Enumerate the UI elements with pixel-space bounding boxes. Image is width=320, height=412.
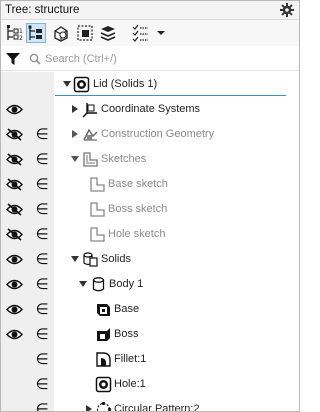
element-of-icon[interactable]: ∈ (35, 226, 49, 242)
sketch-icon (89, 201, 106, 218)
panel-title-bar: Tree: structure (1, 1, 299, 20)
tree-row-label: Hole:1 (114, 378, 146, 390)
structure-tree: Lid (Solids 1) Coordinate Systems ∈ Cons… (1, 72, 299, 412)
tree-row-coordinate-systems[interactable]: Coordinate Systems (1, 97, 299, 122)
tree-structure-icon[interactable] (26, 23, 46, 43)
tree-row-construction-geometry[interactable]: ∈ Construction Geometry (1, 122, 299, 147)
tree-row-label: Body 1 (109, 278, 144, 290)
chevron-right-icon[interactable] (85, 405, 93, 411)
tree-row-boss[interactable]: ∈ Boss (1, 322, 299, 347)
tree-row-fillet-1[interactable]: ∈ Fillet:1 (1, 347, 299, 372)
search-box (29, 50, 294, 68)
selection-underline (55, 95, 286, 96)
eye-hidden-icon[interactable] (6, 153, 23, 166)
filter-icon[interactable] (6, 52, 20, 66)
tree-row-label: Circular Pattern:2 (114, 403, 200, 412)
tree-row-label: Base sketch (108, 178, 168, 190)
solids-folder-icon (82, 251, 99, 268)
sketch-icon (89, 226, 106, 243)
tree-row-label: Sketches (101, 153, 147, 165)
tree-row-hole-sketch[interactable]: ∈ Hole sketch (1, 222, 299, 247)
element-of-icon[interactable]: ∈ (35, 276, 49, 292)
chevron-right-icon[interactable] (71, 105, 79, 113)
circular-pattern-icon (95, 401, 112, 411)
svg-text:2: 2 (19, 35, 23, 42)
construction-geometry-icon (82, 126, 99, 143)
tree-row-lid[interactable]: Lid (Solids 1) (1, 72, 299, 97)
tree-row-solids[interactable]: ∈ Solids (1, 247, 299, 272)
tree-row-sketches[interactable]: ∈ Sketches (1, 147, 299, 172)
tree-view-icon[interactable]: 1 2 (5, 23, 25, 43)
extrude-feature-icon (95, 301, 112, 318)
eye-icon[interactable] (6, 103, 23, 116)
tree-row-label: Construction Geometry (101, 128, 215, 140)
chevron-down-icon[interactable] (154, 23, 168, 43)
element-of-icon[interactable]: ∈ (35, 401, 49, 411)
element-of-icon[interactable]: ∈ (35, 151, 49, 167)
tree-row-label: Boss (114, 328, 139, 340)
search-row (1, 47, 299, 71)
tree-row-label: Solids (101, 253, 131, 265)
search-icon (29, 53, 41, 65)
fillet-feature-icon (95, 351, 112, 368)
selection-box-icon[interactable] (75, 23, 95, 43)
chevron-right-icon[interactable] (71, 130, 79, 138)
tree-toolbar: 1 2 (1, 20, 299, 46)
tree-row-boss-sketch[interactable]: ∈ Boss sketch (1, 197, 299, 222)
element-of-icon[interactable]: ∈ (35, 301, 49, 317)
hole-feature-icon (95, 376, 112, 393)
layers-icon[interactable] (98, 23, 118, 43)
element-of-icon[interactable]: ∈ (35, 376, 49, 392)
element-of-icon[interactable]: ∈ (35, 126, 49, 142)
element-of-icon[interactable]: ∈ (35, 251, 49, 267)
element-of-icon[interactable]: ∈ (35, 326, 49, 342)
structure-tree-panel: Tree: structure 1 2 Search (Ctrl+/) Lid … (0, 0, 300, 412)
eye-icon[interactable] (6, 303, 23, 316)
eye-hidden-icon[interactable] (6, 128, 23, 141)
tree-row-hole-1[interactable]: ∈ Hole:1 (1, 372, 299, 397)
tree-row-label: Lid (Solids 1) (93, 78, 158, 90)
tree-row-body-1[interactable]: ∈ Body 1 (1, 272, 299, 297)
eye-icon[interactable] (6, 278, 23, 291)
list-options-icon[interactable] (131, 23, 151, 43)
element-of-icon[interactable]: ∈ (35, 351, 49, 367)
tree-row-label: Fillet:1 (114, 353, 147, 365)
svg-text:1: 1 (19, 28, 23, 35)
chevron-down-icon[interactable] (79, 280, 87, 288)
panel-title: Tree: structure (5, 4, 80, 16)
tree-row-label: Boss sketch (108, 203, 168, 215)
chevron-down-icon[interactable] (63, 80, 71, 88)
tree-row-circular-pattern-2[interactable]: ∈ Circular Pattern:2 (1, 397, 299, 412)
tree-row-base[interactable]: ∈ Base (1, 297, 299, 322)
element-of-icon[interactable]: ∈ (35, 176, 49, 192)
element-of-icon[interactable]: ∈ (35, 201, 49, 217)
coordinate-system-icon (82, 101, 99, 118)
eye-hidden-icon[interactable] (6, 178, 23, 191)
chevron-down-icon[interactable] (71, 155, 79, 163)
tree-row-label: Hole sketch (108, 228, 166, 240)
search-input[interactable] (45, 50, 290, 68)
body-icon (90, 276, 107, 293)
part-icon (73, 76, 90, 93)
chevron-down-icon[interactable] (71, 255, 79, 263)
sketch-icon (89, 176, 106, 193)
eye-hidden-icon[interactable] (6, 203, 23, 216)
tree-row-label: Coordinate Systems (101, 103, 201, 115)
tree-row-base-sketch[interactable]: ∈ Base sketch (1, 172, 299, 197)
sketch-folder-icon (82, 151, 99, 168)
eye-icon[interactable] (6, 253, 23, 266)
gear-icon[interactable] (279, 2, 295, 18)
eye-hidden-icon[interactable] (6, 228, 23, 241)
boss-feature-icon (95, 326, 112, 343)
show-objects-icon[interactable] (51, 23, 71, 43)
eye-icon[interactable] (6, 328, 23, 341)
tree-row-label: Base (114, 303, 140, 315)
